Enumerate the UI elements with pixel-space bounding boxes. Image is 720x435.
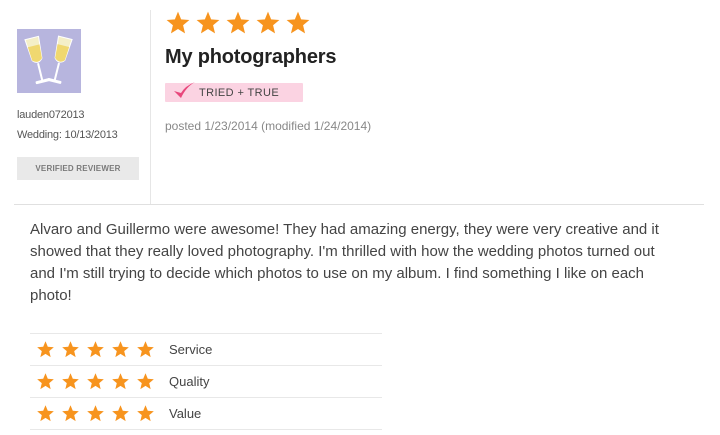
- rating-label-quality: Quality: [169, 374, 210, 389]
- rating-label-service: Service: [169, 342, 213, 357]
- reviewer-username[interactable]: lauden072013: [17, 109, 85, 121]
- star-icon: [196, 11, 220, 34]
- review-body: Alvaro and Guillermo were awesome! They …: [30, 221, 659, 304]
- badge-label: TRIED + TRUE: [199, 86, 280, 99]
- star-icon: [137, 405, 154, 422]
- category-ratings: Service Quality Value: [30, 333, 382, 430]
- overall-rating-stars: [165, 10, 311, 36]
- star-icon: [166, 11, 190, 34]
- rating-row-service: Service: [30, 333, 382, 365]
- star-icon: [137, 373, 154, 390]
- star-icon: [137, 341, 154, 358]
- rating-stars-quality: [36, 372, 155, 391]
- rating-stars-service: [36, 340, 155, 359]
- star-icon: [87, 373, 104, 390]
- star-icon: [87, 341, 104, 358]
- rating-stars-value: [36, 404, 155, 423]
- star-icon: [37, 405, 54, 422]
- star-icon: [37, 341, 54, 358]
- star-icon: [87, 405, 104, 422]
- star-icon: [62, 341, 79, 358]
- checkmark-icon: [174, 81, 195, 98]
- horizontal-divider: [14, 204, 704, 205]
- star-icon: [62, 373, 79, 390]
- rating-row-quality: Quality: [30, 365, 382, 397]
- reviewer-wedding-date: Wedding: 10/13/2013: [17, 129, 118, 141]
- star-icon: [256, 11, 280, 34]
- tried-true-badge: TRIED + TRUE: [165, 81, 303, 102]
- star-icon: [286, 11, 310, 34]
- review-title: My photographers: [165, 46, 337, 68]
- star-icon: [62, 405, 79, 422]
- star-icon: [112, 341, 129, 358]
- rating-label-value: Value: [169, 406, 202, 421]
- rating-row-value: Value: [30, 397, 382, 430]
- star-icon: [112, 405, 129, 422]
- star-icon: [112, 373, 129, 390]
- vertical-divider: [150, 10, 151, 205]
- champagne-glasses-icon: [17, 29, 81, 93]
- star-icon: [226, 11, 250, 34]
- posted-date: posted 1/23/2014 (modified 1/24/2014): [165, 119, 372, 133]
- reviewer-avatar[interactable]: [17, 29, 81, 93]
- star-icon: [37, 373, 54, 390]
- verified-reviewer-badge: VERIFIED REVIEWER: [17, 157, 139, 180]
